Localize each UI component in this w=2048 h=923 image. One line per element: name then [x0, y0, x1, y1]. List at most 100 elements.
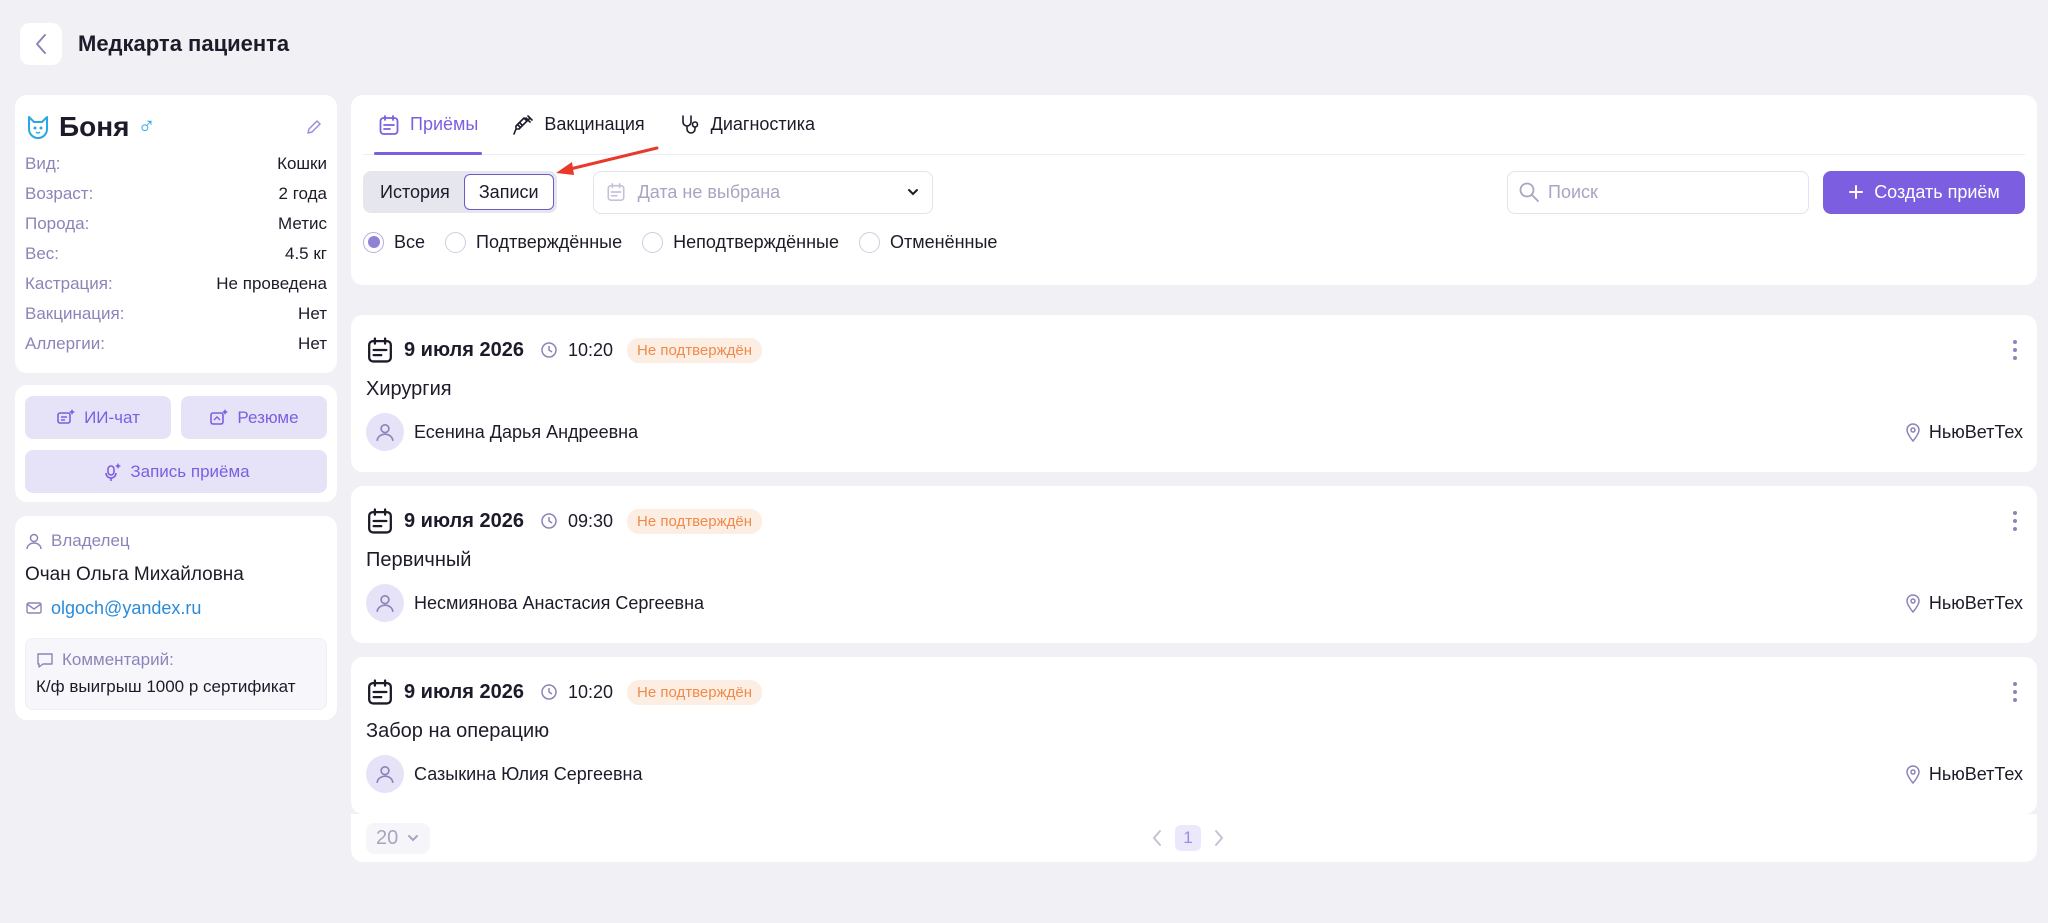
appointment-footer: Есенина Дарья Андреевна НьюВетТех — [366, 412, 2023, 452]
pet-name: Боня — [59, 111, 130, 142]
clinic-name: НьюВетТех — [1928, 421, 2023, 442]
appointment-type: Хирургия — [366, 378, 452, 400]
status-filter-confirmed[interactable]: Подтверждённые — [445, 231, 623, 253]
doctor-avatar — [366, 413, 404, 451]
clinic: НьюВетТех — [1905, 764, 2023, 785]
stethoscope-icon — [681, 114, 698, 134]
comment-text: К/ф выигрыш 1000 р сертификат — [36, 677, 296, 696]
user-icon — [26, 533, 42, 550]
date-filter-placeholder: Дата не выбрана — [637, 181, 781, 202]
more-options-icon[interactable] — [2007, 507, 2023, 535]
ai-chat-button[interactable]: ИИ-чат — [25, 396, 171, 439]
pet-info-row: Возраст: 2 года — [25, 179, 327, 209]
pet-info-row: Порода: Метис — [25, 209, 327, 239]
mail-icon — [26, 602, 42, 614]
chevron-left-icon — [36, 34, 46, 54]
appointment-date: 9 июля 2026 — [404, 680, 524, 703]
appointment-time: 10:20 — [567, 681, 614, 702]
comment-box: Комментарий: К/ф выигрыш 1000 р сертифик… — [25, 638, 327, 710]
status-filter-unconfirmed[interactable]: Неподтверждённые — [642, 231, 839, 253]
page-title: Медкарта пациента — [78, 31, 290, 56]
appointment-header: 9 июля 2026 09:30 Не подтверждён — [366, 501, 2023, 541]
clinic-name: НьюВетТех — [1928, 763, 2023, 784]
records-toggle-button[interactable]: Записи — [463, 174, 554, 210]
per-page-select[interactable]: 20 — [366, 822, 431, 854]
back-button[interactable] — [20, 23, 62, 65]
microphone-icon — [105, 462, 122, 481]
clinic: НьюВетТех — [1905, 593, 2023, 614]
calendar-icon — [607, 183, 625, 201]
calendar-icon — [368, 508, 392, 534]
per-page-value: 20 — [376, 826, 399, 849]
chevron-down-icon — [408, 835, 419, 842]
appointment-card[interactable]: 9 июля 2026 10:20 Не подтверждён Забор н… — [351, 657, 2037, 814]
location-pin-icon — [1906, 423, 1920, 442]
ai-chat-icon — [57, 408, 76, 424]
user-icon — [376, 765, 394, 784]
chevron-right-icon — [1215, 830, 1224, 846]
tab-appointments[interactable]: Приёмы — [373, 95, 483, 155]
page-number-button[interactable]: 1 — [1175, 825, 1201, 851]
summary-button[interactable]: Резюме — [181, 396, 327, 439]
appointments-panel: Приёмы Вакцинация Диагностика История За… — [351, 95, 2037, 285]
male-icon: ♂ — [137, 113, 156, 140]
more-options-icon[interactable] — [2007, 678, 2023, 706]
radio-dot — [363, 231, 384, 253]
tab-diagnostics[interactable]: Диагностика — [679, 95, 815, 154]
pet-info-row: Кастрация: Не проведена — [25, 269, 327, 299]
doctor-name: Есенина Дарья Андреевна — [414, 421, 639, 442]
info-label: Порода: — [25, 214, 90, 233]
clock-icon — [541, 513, 557, 529]
clock-icon — [541, 684, 557, 700]
location-pin-icon — [1906, 765, 1920, 784]
user-icon — [376, 423, 394, 442]
radio-label: Неподтверждённые — [673, 231, 839, 252]
info-value: Не проведена — [216, 274, 327, 293]
radio-label: Все — [394, 231, 426, 252]
info-value: Нет — [298, 334, 327, 353]
status-filter-cancelled[interactable]: Отменённые — [859, 231, 998, 253]
syringe-icon — [513, 114, 534, 135]
search-input[interactable] — [1548, 181, 1788, 203]
info-value: Кошки — [277, 154, 327, 173]
create-appointment-button[interactable]: Создать приём — [1823, 170, 2025, 214]
appointment-card[interactable]: 9 июля 2026 09:30 Не подтверждён Первичн… — [351, 486, 2037, 643]
appointment-time: 09:30 — [567, 510, 614, 531]
next-page-button[interactable] — [1213, 828, 1225, 848]
appointment-card[interactable]: 9 июля 2026 10:20 Не подтверждён Хирурги… — [351, 315, 2037, 472]
cat-icon — [28, 116, 48, 139]
record-appointment-button[interactable]: Запись приёма — [25, 450, 327, 493]
appointment-footer: Сазыкина Юлия Сергеевна НьюВетТех — [366, 754, 2023, 794]
annotation-arrow — [556, 146, 659, 175]
calendar-icon — [368, 679, 392, 705]
pet-info-row: Вес: 4.5 кг — [25, 239, 327, 269]
pet-header: Боня ♂ — [25, 109, 327, 145]
edit-icon[interactable] — [305, 118, 323, 136]
radio-dot — [859, 231, 880, 253]
prev-page-button[interactable] — [1151, 828, 1163, 848]
chevron-left-icon — [1152, 830, 1161, 846]
status-filter-all[interactable]: Все — [363, 231, 426, 253]
ai-chat-label: ИИ-чат — [84, 407, 140, 427]
pagination: 20 1 — [351, 814, 2037, 862]
info-label: Вес: — [25, 244, 60, 263]
summary-icon — [210, 408, 229, 425]
radio-dot — [642, 231, 664, 253]
more-options-icon[interactable] — [2007, 336, 2023, 364]
radio-label: Подтверждённые — [476, 231, 623, 252]
owner-card: Владелец Очан Ольга Михайловна olgoch@ya… — [15, 516, 337, 720]
comment-label-row: Комментарий: — [36, 647, 316, 673]
info-label: Вакцинация: — [25, 304, 125, 323]
radio-label: Отменённые — [890, 231, 998, 252]
comment-icon — [37, 653, 53, 668]
status-badge: Не подтверждён — [627, 508, 763, 534]
doctor-avatar — [366, 755, 404, 793]
appointment-type: Забор на операцию — [366, 720, 550, 742]
history-toggle-button[interactable]: История — [366, 174, 464, 210]
tab-label: Вакцинация — [544, 114, 645, 134]
page-controls: 1 — [1151, 825, 1225, 851]
info-label: Вид: — [25, 154, 61, 173]
create-appointment-label: Создать приём — [1874, 181, 2000, 202]
chevron-down-icon — [907, 189, 918, 196]
owner-email-link[interactable]: olgoch@yandex.ru — [51, 598, 201, 619]
